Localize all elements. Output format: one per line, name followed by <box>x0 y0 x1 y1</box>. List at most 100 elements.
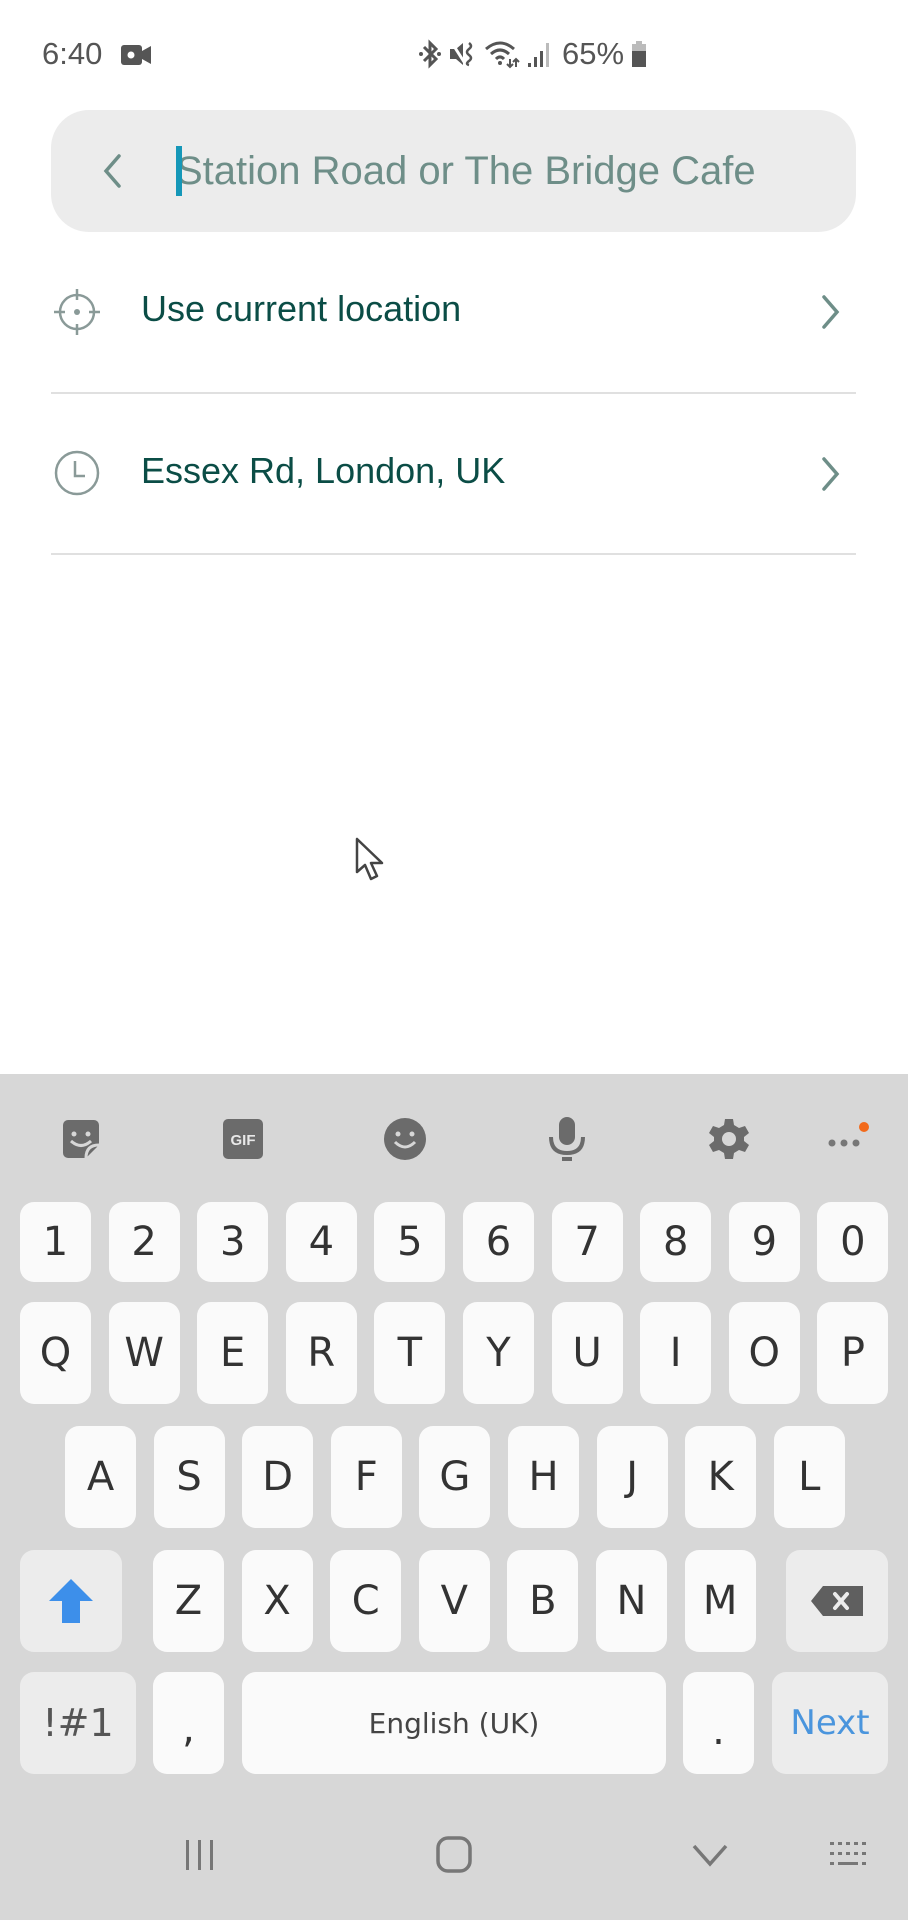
voice-input-button[interactable] <box>542 1114 592 1164</box>
key-8[interactable]: 8 <box>640 1202 712 1282</box>
location-search-input[interactable] <box>176 138 816 204</box>
key-q[interactable]: Q <box>20 1302 91 1404</box>
key-label: 1 <box>42 1219 69 1265</box>
back-button[interactable] <box>92 144 132 198</box>
key-v[interactable]: V <box>418 1550 490 1652</box>
signal-icon <box>528 43 549 67</box>
microphone-icon <box>549 1117 585 1161</box>
mouse-pointer-icon <box>355 837 384 881</box>
sticker-icon <box>63 1120 100 1159</box>
key-k[interactable]: K <box>685 1426 757 1528</box>
key-label: A <box>86 1454 115 1500</box>
key-4[interactable]: 4 <box>285 1202 357 1282</box>
home-button[interactable] <box>424 1830 484 1880</box>
keyboard-switch-button[interactable] <box>820 1830 880 1880</box>
list-divider <box>51 553 856 555</box>
key-n[interactable]: N <box>596 1550 667 1652</box>
key-a[interactable]: A <box>65 1426 136 1528</box>
key-label: E <box>220 1330 246 1376</box>
space-key[interactable]: English (UK) <box>242 1672 666 1774</box>
key-l[interactable]: L <box>773 1426 845 1528</box>
key-label: Z <box>174 1578 203 1624</box>
key-3[interactable]: 3 <box>197 1202 269 1282</box>
key-g[interactable]: G <box>419 1426 491 1528</box>
key-label: Y <box>486 1330 511 1376</box>
sticker-button[interactable] <box>56 1114 106 1164</box>
settings-gear-icon <box>709 1119 749 1159</box>
symbols-key[interactable]: !#1 <box>20 1672 136 1774</box>
chevron-left-icon <box>103 154 121 188</box>
list-item-recent-location[interactable]: Essex Rd, London, UK <box>51 394 856 554</box>
bluetooth-icon <box>419 39 441 69</box>
key-r[interactable]: R <box>285 1302 357 1404</box>
key-label: G <box>439 1454 471 1500</box>
backspace-icon <box>811 1586 863 1616</box>
list-item-use-current-location[interactable]: Use current location <box>51 232 856 392</box>
chevron-right-icon <box>822 457 840 491</box>
key-m[interactable]: M <box>684 1550 756 1652</box>
key-label: 8 <box>662 1219 689 1265</box>
period-key[interactable]: . <box>683 1672 754 1774</box>
symbols-key-label: !#1 <box>42 1701 114 1745</box>
key-label: F <box>354 1454 378 1500</box>
key-label: M <box>702 1578 738 1624</box>
key-j[interactable]: J <box>596 1426 668 1528</box>
home-icon <box>436 1836 472 1873</box>
battery-percent: 65% <box>562 36 625 71</box>
keyboard-settings-button[interactable] <box>704 1114 754 1164</box>
comma-key[interactable]: , <box>153 1672 224 1774</box>
key-label: L <box>798 1454 821 1500</box>
list-item-label: Essex Rd, London, UK <box>141 450 506 491</box>
status-bar: 6:40 65% <box>0 0 908 110</box>
key-b[interactable]: B <box>507 1550 579 1652</box>
emoji-button[interactable] <box>380 1114 430 1164</box>
recent-apps-button[interactable] <box>170 1830 230 1880</box>
key-label: R <box>307 1330 336 1376</box>
key-2[interactable]: 2 <box>108 1202 180 1282</box>
comma-key-label: , <box>182 1706 195 1752</box>
key-9[interactable]: 9 <box>728 1202 800 1282</box>
key-label: 3 <box>219 1219 246 1265</box>
key-label: I <box>669 1330 682 1376</box>
next-action-key[interactable]: Next <box>772 1672 888 1774</box>
key-p[interactable]: P <box>817 1302 889 1404</box>
key-d[interactable]: D <box>242 1426 314 1528</box>
key-h[interactable]: H <box>508 1426 579 1528</box>
wifi-icon <box>485 41 520 69</box>
key-f[interactable]: F <box>330 1426 402 1528</box>
key-label: S <box>176 1454 202 1500</box>
more-options-button[interactable] <box>822 1114 872 1164</box>
key-y[interactable]: Y <box>463 1302 534 1404</box>
key-i[interactable]: I <box>640 1302 712 1404</box>
gif-button[interactable]: GIF <box>218 1114 268 1164</box>
shift-key[interactable] <box>20 1550 122 1652</box>
key-5[interactable]: 5 <box>374 1202 446 1282</box>
keyboard-switch-icon <box>830 1842 866 1865</box>
next-key-label: Next <box>790 1703 870 1743</box>
key-label: H <box>528 1454 559 1500</box>
key-w[interactable]: W <box>108 1302 180 1404</box>
key-z[interactable]: Z <box>153 1550 224 1652</box>
key-label: 4 <box>308 1219 335 1265</box>
clock-history-icon <box>54 450 100 496</box>
key-0[interactable]: 0 <box>817 1202 889 1282</box>
key-o[interactable]: O <box>728 1302 800 1404</box>
shift-arrow-icon <box>49 1579 93 1623</box>
key-u[interactable]: U <box>551 1302 623 1404</box>
key-t[interactable]: T <box>374 1302 446 1404</box>
status-time: 6:40 <box>42 36 103 71</box>
key-label: X <box>263 1578 291 1624</box>
keyboard-toolbar: GIF <box>0 1074 908 1204</box>
backspace-key[interactable] <box>786 1550 888 1652</box>
key-7[interactable]: 7 <box>551 1202 623 1282</box>
key-label: V <box>440 1578 468 1624</box>
key-label: O <box>748 1330 781 1376</box>
key-e[interactable]: E <box>197 1302 269 1404</box>
key-1[interactable]: 1 <box>20 1202 91 1282</box>
space-key-label: English (UK) <box>368 1706 540 1740</box>
hide-keyboard-button[interactable] <box>680 1830 740 1880</box>
key-x[interactable]: X <box>241 1550 313 1652</box>
key-s[interactable]: S <box>153 1426 225 1528</box>
key-6[interactable]: 6 <box>463 1202 534 1282</box>
key-c[interactable]: C <box>330 1550 402 1652</box>
